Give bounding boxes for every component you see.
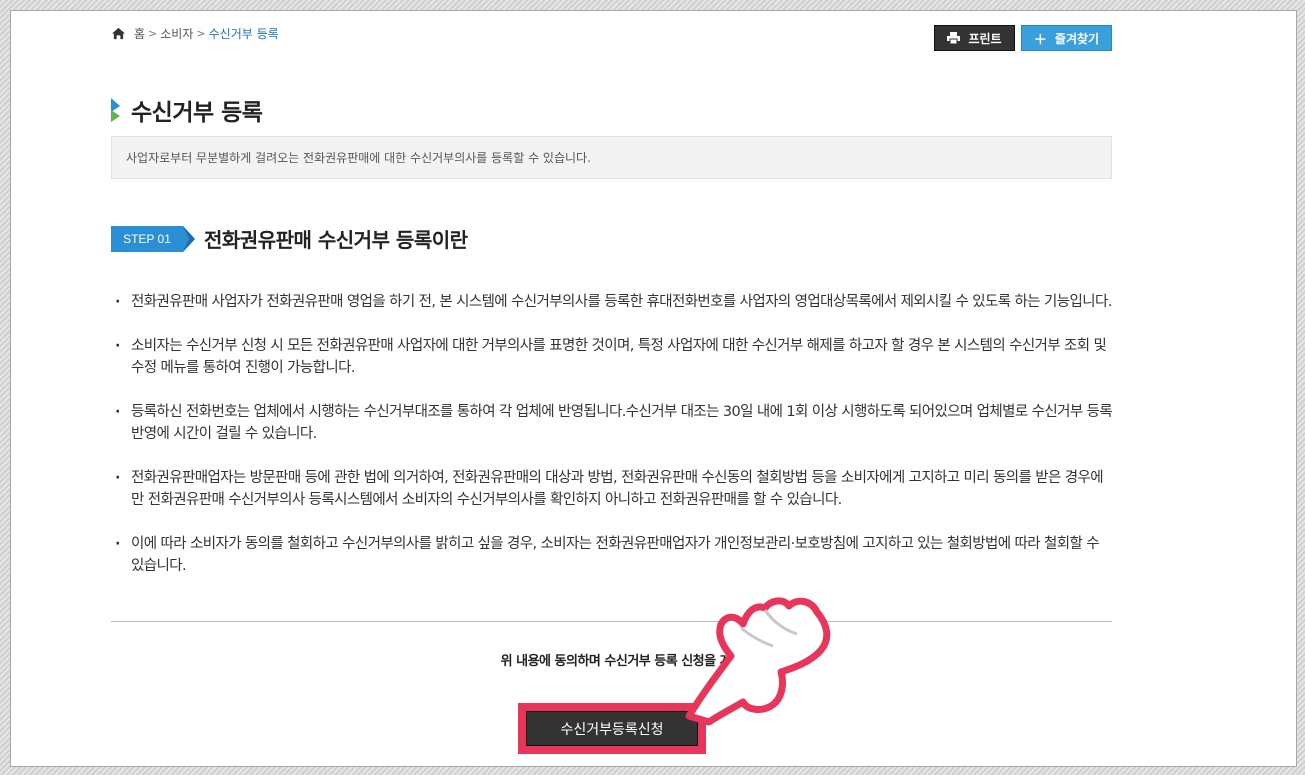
favorite-label: 즐겨찾기 — [1054, 31, 1100, 46]
list-item: 이에 따라 소비자가 동의를 철회하고 수신거부의사를 밝히고 싶을 경우, 소… — [115, 533, 1115, 577]
plus-icon: ＋ — [1033, 32, 1047, 48]
breadcrumb-separator: > — [196, 27, 206, 40]
list-item: 전화권유판매업자는 방문판매 등에 관한 법에 의거하여, 전화권유판매의 대상… — [115, 467, 1115, 511]
page-container: 홈 > 소비자 > 수신거부 등록 프린트 ＋ 즐겨찾기 수신거부 등록 사업자… — [10, 10, 1297, 767]
title-marker-icon — [111, 98, 120, 122]
printer-icon — [947, 32, 961, 44]
list-item: 등록하신 전화번호는 업체에서 시행하는 수신거부대조를 통하여 각 업체에 반… — [115, 401, 1115, 445]
list-item: 전화권유판매 사업자가 전화권유판매 영업을 하기 전, 본 시스템에 수신거부… — [115, 291, 1115, 313]
breadcrumb-home[interactable]: 홈 — [134, 25, 145, 42]
step-badge: STEP 01 — [111, 225, 196, 252]
page-description: 사업자로부터 무분별하게 걸려오는 전화권유판매에 대한 수신거부의사를 등록할… — [111, 136, 1112, 179]
submit-registration-button[interactable]: 수신거부등록신청 — [526, 711, 698, 746]
step-title: 전화권유판매 수신거부 등록이란 — [204, 228, 468, 252]
favorite-button[interactable]: ＋ 즐겨찾기 — [1021, 25, 1112, 51]
home-icon[interactable] — [111, 27, 126, 40]
breadcrumb-current: 수신거부 등록 — [208, 27, 279, 41]
info-list: 전화권유판매 사업자가 전화권유판매 영업을 하기 전, 본 시스템에 수신거부… — [115, 291, 1115, 599]
breadcrumb-separator: > — [148, 27, 158, 40]
agreement-text: 위 내용에 동의하며 수신거부 등록 신청을 계속 진행합니다. — [500, 654, 809, 669]
list-item: 소비자는 수신거부 신청 시 모든 전화권유판매 사업자에 대한 거부의사를 표… — [115, 335, 1115, 379]
step-heading: STEP 01 전화권유판매 수신거부 등록이란 — [111, 224, 468, 253]
section-divider — [111, 621, 1112, 622]
hand-pointer-icon — [685, 597, 831, 726]
print-label: 프린트 — [968, 31, 1002, 46]
page-title: 수신거부 등록 — [131, 100, 263, 126]
print-button[interactable]: 프린트 — [934, 25, 1015, 51]
breadcrumb-consumer[interactable]: 소비자 — [160, 25, 193, 42]
step-badge-label: STEP 01 — [123, 231, 171, 246]
submit-highlight: 수신거부등록신청 — [518, 703, 706, 754]
page-title-area: 수신거부 등록 — [111, 93, 263, 127]
breadcrumb: 홈 > 소비자 > 수신거부 등록 — [111, 25, 279, 42]
